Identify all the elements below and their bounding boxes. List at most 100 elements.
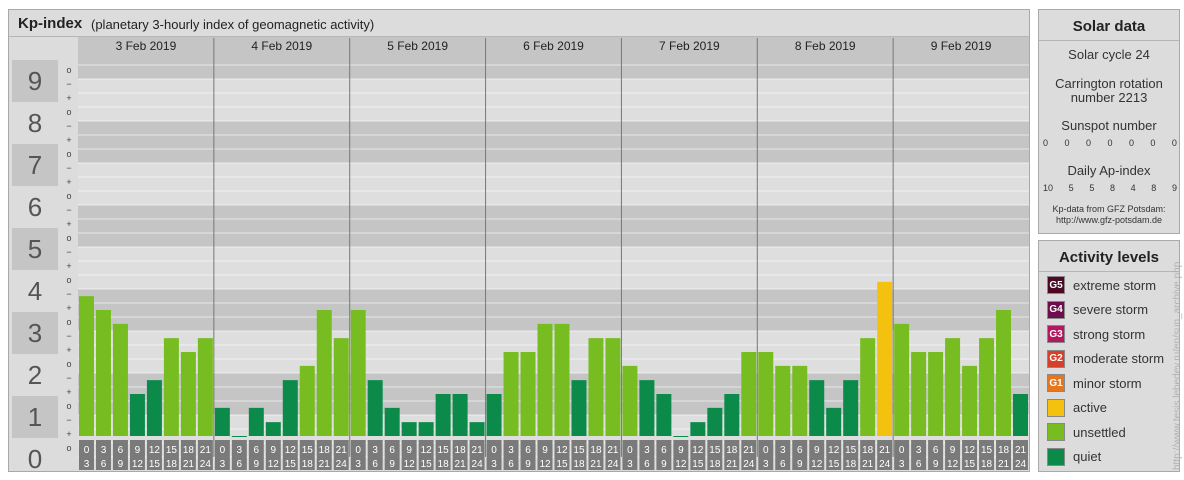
subdivision-mark: − <box>66 373 71 383</box>
hour-label-end: 15 <box>149 459 161 470</box>
hour-label-end: 24 <box>879 459 891 470</box>
subdivision-mark: − <box>66 205 71 215</box>
subdivision-mark: + <box>66 345 71 355</box>
subdivision-mark: − <box>66 163 71 173</box>
ap-value: 8 <box>1109 183 1115 193</box>
watermark-url: http://www.tesis.lebedev.ru/en/sun_archi… <box>1172 261 1183 470</box>
hour-label-end: 15 <box>964 459 976 470</box>
hour-label-end: 24 <box>200 459 212 470</box>
kp-band <box>78 79 1029 121</box>
kp-band <box>78 205 1029 247</box>
subdivision-mark: o <box>66 149 71 159</box>
hour-label-end: 24 <box>472 459 484 470</box>
hour-label-start: 12 <box>556 445 568 456</box>
kp-bar <box>775 365 791 436</box>
hour-label-end: 3 <box>220 459 226 470</box>
kp-bar <box>163 338 179 436</box>
subdivision-mark: + <box>66 135 71 145</box>
hour-label-start: 0 <box>899 445 905 456</box>
activity-level-label: unsettled <box>1073 424 1126 440</box>
hour-label-start: 3 <box>916 445 922 456</box>
kp-band <box>78 163 1029 205</box>
hour-label-start: 15 <box>166 445 178 456</box>
hour-label-end: 18 <box>709 459 721 470</box>
hour-label-end: 9 <box>254 459 260 470</box>
hour-label-end: 3 <box>491 459 497 470</box>
hour-label-start: 18 <box>455 445 467 456</box>
hour-label-end: 12 <box>539 459 551 470</box>
hour-label-end: 18 <box>845 459 857 470</box>
hour-label-end: 21 <box>590 459 602 470</box>
kp-bar <box>1013 394 1028 436</box>
hour-label-end: 15 <box>556 459 568 470</box>
activity-level-row: unsettled <box>1047 422 1126 442</box>
hour-label-start: 12 <box>421 445 433 456</box>
hour-label-start: 6 <box>933 445 939 456</box>
hour-label-end: 12 <box>268 459 280 470</box>
subdivision-mark: o <box>66 359 71 369</box>
solar-title: Solar data <box>1072 18 1146 35</box>
kp-bar <box>367 380 383 436</box>
hour-label-start: 3 <box>237 445 243 456</box>
carrington-line1: Carrington rotation <box>1055 76 1163 91</box>
hour-label-end: 9 <box>118 459 124 470</box>
hour-label-start: 6 <box>661 445 667 456</box>
hour-label-end: 18 <box>438 459 450 470</box>
hour-label-start: 9 <box>406 445 412 456</box>
kp-bar <box>571 380 587 436</box>
kp-bar <box>843 380 859 436</box>
activity-level-swatch: G4 <box>1047 300 1065 319</box>
sunspot-value: 0 <box>1128 138 1134 148</box>
hour-label-start: 21 <box>607 445 619 456</box>
activity-level-label: active <box>1073 400 1107 415</box>
day-label: 5 Feb 2019 <box>387 39 448 53</box>
kp-bar <box>265 422 281 436</box>
kp-bar <box>962 365 978 436</box>
subdivision-mark: o <box>66 275 71 285</box>
hour-label-end: 3 <box>84 459 90 470</box>
hour-label-start: 18 <box>726 445 738 456</box>
solar-data-panel: Solar data Solar cycle 24 Carrington rot… <box>1038 9 1180 234</box>
kp-bar <box>231 436 247 437</box>
sunspot-value: 0 <box>1064 138 1070 148</box>
hour-label-start: 6 <box>525 445 531 456</box>
kp-bar <box>197 338 213 436</box>
hour-label-end: 21 <box>319 459 331 470</box>
hour-label-start: 21 <box>200 445 212 456</box>
activity-levels-panel: Activity levels G5 extreme storm G4 severe … <box>1038 240 1180 472</box>
hour-label-end: 21 <box>183 459 195 470</box>
activity-level-row: G2 moderate storm <box>1047 349 1164 369</box>
kp-bar <box>877 281 893 436</box>
kp-bar <box>996 310 1012 436</box>
kp-bar <box>724 394 740 436</box>
kp-bar <box>622 365 638 436</box>
hour-label-start: 21 <box>879 445 891 456</box>
hour-label-end: 12 <box>811 459 823 470</box>
kp-bar <box>316 310 332 436</box>
ap-value: 10 <box>1043 183 1054 193</box>
kp-bar <box>758 352 774 436</box>
subdivision-mark: o <box>66 401 71 411</box>
hour-label-start: 15 <box>438 445 450 456</box>
ap-label: Daily Ap-index <box>1067 163 1151 178</box>
hour-label-end: 9 <box>933 459 939 470</box>
hour-label-end: 24 <box>336 459 348 470</box>
ap-value: 4 <box>1130 183 1136 193</box>
kp-bar <box>537 323 553 436</box>
sunspot-value: 0 <box>1085 138 1091 148</box>
hour-label-start: 3 <box>508 445 514 456</box>
source-line2: http://www.gfz-potsdam.de <box>1055 215 1163 225</box>
activity-level-swatch: G2 <box>1047 349 1065 368</box>
kp-bar <box>860 338 876 436</box>
hour-label-end: 6 <box>508 459 514 470</box>
hour-label-start: 12 <box>149 445 161 456</box>
activity-title: Activity levels <box>1058 249 1160 266</box>
hour-label-start: 15 <box>981 445 993 456</box>
kp-bar <box>418 422 434 436</box>
day-label: 4 Feb 2019 <box>251 39 312 53</box>
kp-bar <box>673 436 689 437</box>
hour-label-start: 9 <box>950 445 956 456</box>
hour-label-start: 15 <box>845 445 857 456</box>
hour-label-start: 0 <box>763 445 769 456</box>
kp-bar <box>656 394 672 436</box>
